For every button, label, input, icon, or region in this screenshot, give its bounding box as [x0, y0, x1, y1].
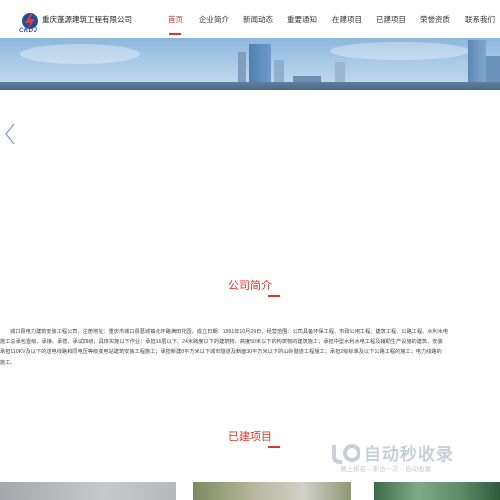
intro-line: 施工总承包壹级、承接、承揽、承试四级；具体实施以下作业：承担16层以下、24米跨… [0, 339, 443, 346]
chevron-left-icon[interactable] [4, 122, 16, 146]
banner-cloud [20, 44, 140, 64]
watermark-sub-text: 做上排名→来访一次→自动收录 [340, 466, 431, 473]
about-title: 公司简介 [228, 280, 272, 292]
nav-item-completed-projects[interactable]: 已建项目 [376, 14, 406, 25]
banner-ground [0, 82, 500, 90]
watermark-logo-icon [332, 444, 360, 464]
nav-item-news[interactable]: 新闻动态 [243, 14, 273, 25]
nav-item-ongoing-projects[interactable]: 在建项目 [332, 14, 362, 25]
nav-item-contact[interactable]: 联系我们 [465, 14, 495, 25]
about-title-underline [268, 295, 280, 297]
main-nav: 首页 企业简介 新闻动态 重要通知 在建项目 已建项目 荣誉资质 联系我们 [0, 0, 500, 38]
project-thumbnail[interactable] [374, 482, 500, 500]
nav-item-honors[interactable]: 荣誉资质 [420, 14, 450, 25]
hero-banner[interactable] [0, 38, 500, 90]
watermark: 自动秒收录 做上排名→来访一次→自动收录 [324, 438, 480, 476]
site-header: CKDJ 重庆蓬源建筑工程有限公司 首页 企业简介 新闻动态 重要通知 在建项目… [0, 0, 500, 38]
intro-line: 施工。 [0, 359, 16, 366]
about-intro: 城口县电力建筑安装工程公司，注册地址：重庆市城口县葛城镇北环路满田花园，成立日期… [0, 327, 500, 377]
nav-active-indicator [169, 33, 181, 35]
projects-title-underline [268, 446, 280, 448]
project-thumbnail[interactable] [193, 482, 351, 500]
nav-item-about[interactable]: 企业简介 [199, 14, 229, 25]
intro-line: 承担110KV及以下的送电线路和同电压等级变电站建筑安装工程施工；承担新建8平方… [0, 349, 442, 356]
project-thumbnail[interactable] [0, 482, 176, 500]
intro-line: 城口县电力建筑安装工程公司，注册地址：重庆市城口县葛城镇北环路满田花园，成立日期… [10, 329, 449, 335]
banner-cloud [330, 42, 470, 60]
nav-item-home[interactable]: 首页 [168, 14, 183, 25]
nav-item-notices[interactable]: 重要通知 [287, 14, 317, 25]
watermark-main-text: 自动秒收录 [364, 445, 454, 464]
projects-gallery [0, 482, 500, 500]
